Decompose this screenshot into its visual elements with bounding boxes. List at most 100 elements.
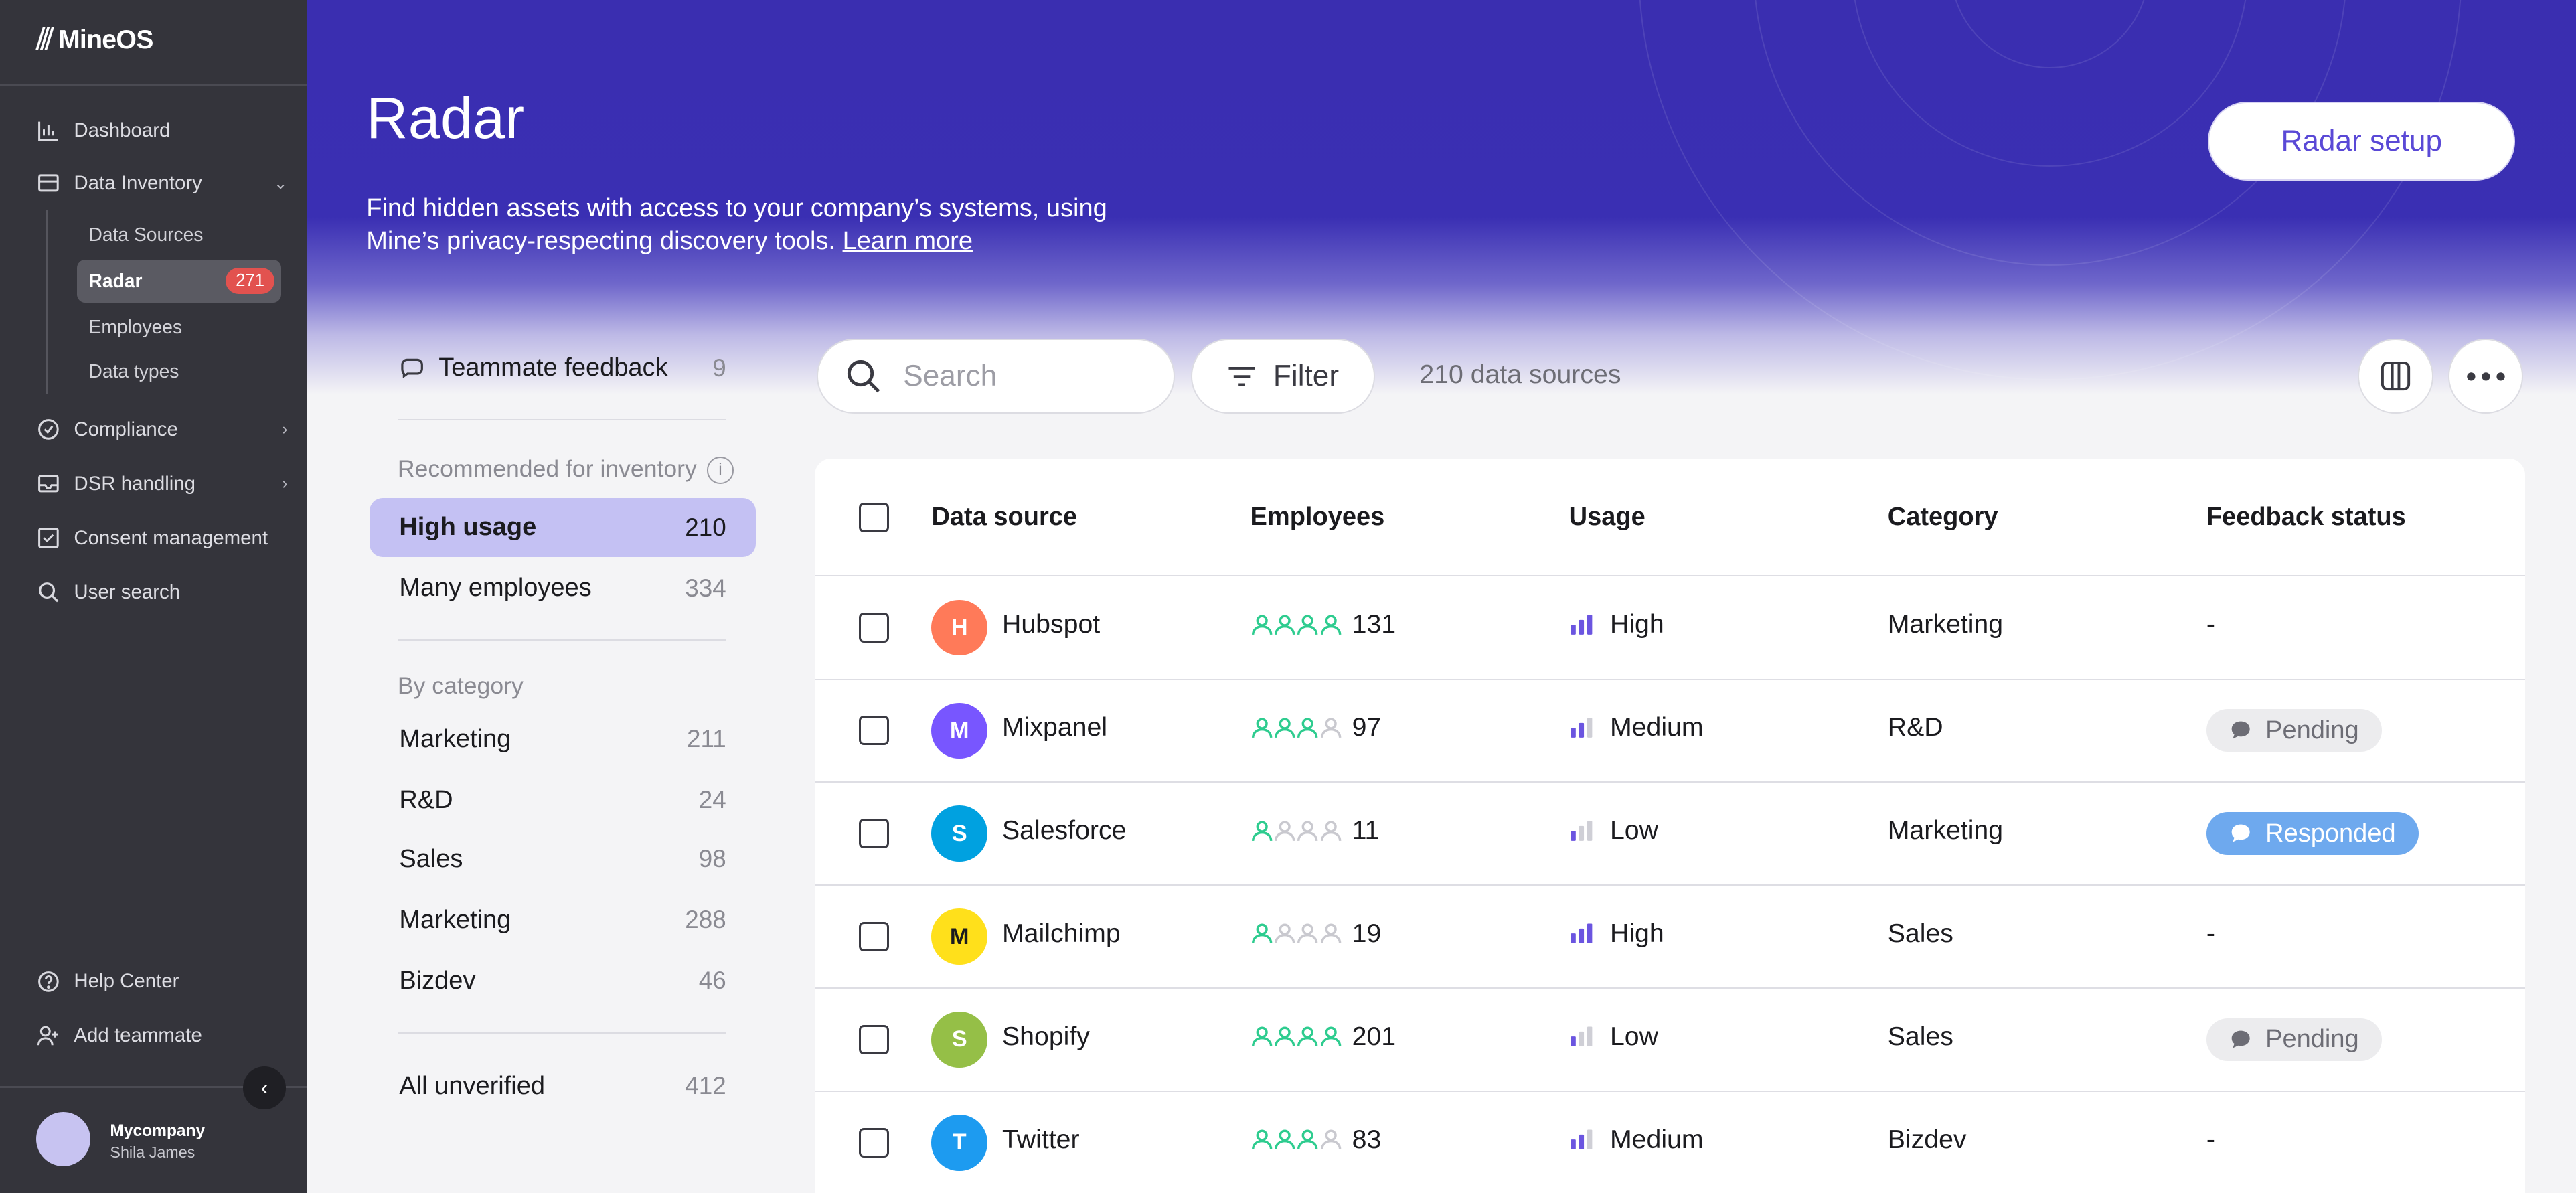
nav-data-inventory[interactable]: Data Inventory ⌄ bbox=[36, 171, 287, 195]
row-checkbox[interactable] bbox=[859, 716, 889, 746]
employee-count: 11 bbox=[1251, 815, 1379, 846]
usage-level: Medium bbox=[1569, 1125, 1704, 1155]
person-icon bbox=[1251, 615, 1272, 635]
nav-add-teammate[interactable]: Add teammate bbox=[36, 1024, 202, 1048]
employee-count-value: 19 bbox=[1352, 919, 1382, 949]
subnav-radar[interactable]: Radar 271 bbox=[77, 259, 281, 303]
table-row[interactable]: H Hubspot 131 High Marketing - bbox=[815, 576, 2525, 680]
data-source-name[interactable]: Shopify bbox=[1002, 1022, 1090, 1052]
usage-text: Medium bbox=[1609, 1124, 1704, 1154]
data-source-name[interactable]: Hubspot bbox=[1002, 609, 1100, 639]
app-logo[interactable]: ⫻ MineOS bbox=[36, 23, 153, 56]
person-icon bbox=[1251, 1129, 1272, 1150]
search-icon bbox=[39, 582, 59, 603]
filter-count: 412 bbox=[685, 1072, 726, 1100]
nav-help-center[interactable]: Help Center bbox=[36, 969, 179, 994]
select-all-checkbox[interactable] bbox=[859, 502, 889, 533]
search-input[interactable] bbox=[900, 357, 1137, 395]
feedback-status-text: Responded bbox=[2265, 819, 2396, 848]
search-box bbox=[816, 338, 1175, 414]
radar-setup-button[interactable]: Radar setup bbox=[2208, 102, 2516, 181]
help-icon bbox=[38, 971, 59, 992]
chevron-right-icon: › bbox=[282, 420, 288, 439]
filter-category-sales[interactable]: Sales 98 bbox=[370, 829, 756, 888]
category-text: Marketing bbox=[1887, 815, 2004, 846]
filter-category-marketing[interactable]: Marketing 211 bbox=[370, 710, 756, 769]
filter-count: 211 bbox=[687, 725, 726, 753]
data-source-name[interactable]: Mixpanel bbox=[1002, 712, 1107, 742]
usage-text: Medium bbox=[1609, 712, 1704, 742]
employee-count: 201 bbox=[1251, 1022, 1396, 1052]
chat-bubble-icon bbox=[2231, 721, 2250, 739]
row-checkbox[interactable] bbox=[859, 1127, 889, 1158]
column-header-employees[interactable]: Employees bbox=[1251, 503, 1385, 532]
sidebar-divider bbox=[0, 84, 307, 86]
filter-label: All unverified bbox=[399, 1071, 545, 1100]
recommended-heading: Recommended for inventory i bbox=[398, 455, 734, 484]
subnav-data-sources[interactable]: Data Sources bbox=[77, 214, 280, 256]
feedback-status-badge[interactable]: Responded bbox=[2206, 812, 2419, 856]
feedback-status-text: - bbox=[2206, 1124, 2215, 1154]
learn-more-link[interactable]: Learn more bbox=[843, 227, 973, 255]
row-checkbox[interactable] bbox=[859, 819, 889, 849]
nav-dashboard[interactable]: Dashboard bbox=[36, 118, 170, 143]
nav-compliance[interactable]: Compliance › bbox=[36, 417, 287, 442]
feedback-status-badge[interactable]: Pending bbox=[2206, 709, 2382, 752]
usage-level: Medium bbox=[1569, 712, 1704, 742]
employee-count-value: 131 bbox=[1352, 609, 1396, 639]
employee-count-value: 83 bbox=[1352, 1124, 1382, 1154]
filter-many-employees[interactable]: Many employees 334 bbox=[370, 558, 756, 617]
row-checkbox[interactable] bbox=[859, 613, 889, 643]
column-header-usage[interactable]: Usage bbox=[1569, 503, 1645, 532]
nav-label: Data Inventory bbox=[74, 171, 202, 194]
filter-button[interactable]: Filter bbox=[1191, 338, 1376, 414]
filter-count: 24 bbox=[698, 786, 726, 814]
nav-dsr-handling[interactable]: DSR handling › bbox=[36, 471, 287, 496]
info-icon[interactable]: i bbox=[706, 456, 734, 484]
more-options-button[interactable] bbox=[2447, 338, 2524, 414]
feedback-status-text: - bbox=[2206, 609, 2215, 639]
table-row[interactable]: S Salesforce 11 Low Marketing Responded bbox=[815, 783, 2525, 886]
columns-icon bbox=[2381, 362, 2410, 391]
collapse-sidebar-button[interactable]: ‹ bbox=[243, 1066, 286, 1109]
nav-user-search[interactable]: User search bbox=[36, 580, 180, 605]
row-checkbox[interactable] bbox=[859, 1024, 889, 1055]
subnav-employees[interactable]: Employees bbox=[77, 305, 280, 348]
filter-all-unverified[interactable]: All unverified 412 bbox=[370, 1056, 756, 1115]
table-row[interactable]: T Twitter 83 Medium Bizdev - bbox=[815, 1092, 2525, 1193]
column-header-data-source[interactable]: Data source bbox=[931, 503, 1077, 532]
filter-category-bizdev[interactable]: Bizdev 46 bbox=[370, 951, 756, 1010]
filter-label-wrap: Teammate feedback bbox=[399, 353, 668, 382]
data-source-name[interactable]: Twitter bbox=[1002, 1125, 1080, 1155]
feedback-status-text: - bbox=[2206, 919, 2215, 949]
filter-high-usage[interactable]: High usage 210 bbox=[370, 497, 756, 557]
feedback-status-badge[interactable]: Pending bbox=[2206, 1018, 2382, 1061]
row-checkbox[interactable] bbox=[859, 921, 889, 952]
inbox-icon bbox=[38, 475, 59, 493]
filter-category-rnd[interactable]: R&D 24 bbox=[370, 771, 756, 829]
nav-label: User search bbox=[74, 580, 181, 603]
table-row[interactable]: M Mixpanel 97 Medium R&D Pending bbox=[815, 680, 2525, 783]
column-header-category[interactable]: Category bbox=[1888, 503, 1998, 532]
data-source-name[interactable]: Mailchimp bbox=[1002, 919, 1121, 949]
category-heading: By category bbox=[397, 671, 524, 699]
table-row[interactable]: M Mailchimp 19 High Sales - bbox=[815, 886, 2525, 989]
avatar[interactable] bbox=[35, 1112, 90, 1167]
employee-count: 83 bbox=[1251, 1124, 1382, 1155]
table-row[interactable]: S Shopify 201 Low Sales Pending bbox=[815, 989, 2525, 1092]
consent-icon bbox=[38, 528, 59, 548]
subnav-label: Radar bbox=[88, 270, 143, 292]
company-name: Mycompany bbox=[110, 1122, 206, 1141]
chevron-down-icon: ⌄ bbox=[273, 174, 288, 193]
nav-label: Dashboard bbox=[74, 119, 171, 142]
subnav-data-types[interactable]: Data types bbox=[77, 350, 280, 393]
usage-bars-icon bbox=[1571, 1129, 1592, 1150]
category-text: Sales bbox=[1887, 1021, 1953, 1051]
column-header-feedback-status[interactable]: Feedback status bbox=[2206, 503, 2406, 532]
columns-button[interactable] bbox=[2357, 338, 2433, 414]
nav-consent-management[interactable]: Consent management bbox=[36, 526, 268, 550]
filter-teammate-feedback[interactable]: Teammate feedback 9 bbox=[370, 339, 756, 398]
usage-text: Low bbox=[1609, 815, 1658, 846]
filter-category-marketing-2[interactable]: Marketing 288 bbox=[370, 890, 756, 949]
data-source-name[interactable]: Salesforce bbox=[1002, 815, 1126, 846]
